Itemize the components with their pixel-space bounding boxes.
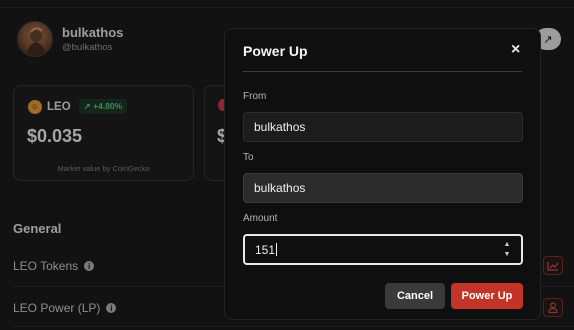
- spinner-down-icon[interactable]: ▼: [504, 251, 511, 259]
- amount-label: Amount: [243, 213, 278, 224]
- modal-title: Power Up: [243, 43, 308, 59]
- amount-spinner[interactable]: ▲ ▼: [503, 241, 511, 259]
- to-label: To: [243, 152, 254, 163]
- from-value: bulkathos: [254, 120, 306, 134]
- spinner-up-icon[interactable]: ▲: [504, 241, 511, 249]
- power-up-modal: Power Up × From bulkathos To bulkathos A…: [224, 28, 541, 320]
- from-field[interactable]: bulkathos: [243, 112, 523, 142]
- amount-value: 151: [255, 242, 276, 257]
- cancel-button[interactable]: Cancel: [385, 283, 445, 309]
- from-label: From: [243, 91, 267, 102]
- close-icon[interactable]: ×: [511, 41, 520, 59]
- amount-input[interactable]: 151 ▲ ▼: [243, 234, 523, 265]
- power-up-button[interactable]: Power Up: [451, 283, 523, 309]
- modal-divider: [243, 71, 522, 72]
- text-caret: [276, 243, 278, 256]
- to-value: bulkathos: [254, 181, 306, 195]
- to-field[interactable]: bulkathos: [243, 173, 523, 203]
